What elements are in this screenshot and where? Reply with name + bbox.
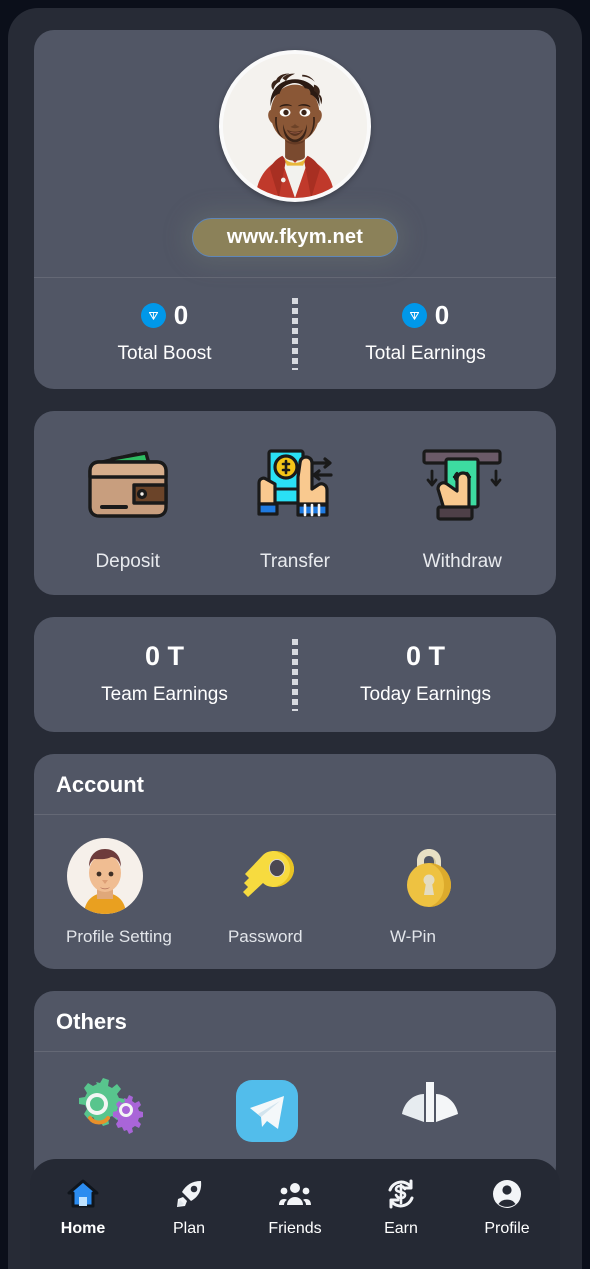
app-screen: www.fkym.net 0 Total Boost 0 Total Earni… (0, 0, 590, 1269)
action-label: Withdraw (422, 551, 502, 572)
gears-settings-icon (66, 1074, 144, 1152)
earn-icon (384, 1177, 418, 1211)
earnings-card: 0 T Team Earnings 0 T Today Earnings (34, 617, 556, 732)
rocket-icon (172, 1177, 206, 1211)
transfer-icon (243, 437, 347, 537)
stat-label: Total Boost (117, 343, 212, 364)
nav-label: Plan (172, 1220, 206, 1237)
account-item-wpin[interactable]: W-Pin (376, 837, 538, 947)
earnings-value: 0 T (405, 641, 445, 671)
stat-value: 0 (434, 300, 450, 330)
bottom-navigation-bar: Home Plan Friends Earn Profile (30, 1159, 560, 1269)
action-label: Transfer (259, 551, 331, 572)
nav-label: Friends (268, 1220, 322, 1237)
others-item-telegram[interactable] (214, 1074, 376, 1164)
action-label: Deposit (95, 551, 160, 572)
atm-withdraw-icon (410, 437, 514, 537)
others-card: Others (34, 991, 556, 1186)
others-section-title: Others (56, 1009, 127, 1034)
earnings-label: Team Earnings (101, 684, 228, 705)
earnings-row: 0 T Team Earnings 0 T Today Earnings (34, 617, 556, 732)
actions-card: Deposit Transfer Withdraw (34, 411, 556, 595)
nav-label: Profile (484, 1220, 530, 1237)
scrollable-content[interactable]: www.fkym.net 0 Total Boost 0 Total Earni… (8, 8, 582, 1269)
avatar[interactable] (219, 50, 371, 202)
actions-row: Deposit Transfer Withdraw (34, 411, 556, 595)
stat-team-earnings[interactable]: 0 T Team Earnings (34, 641, 295, 706)
others-item-settings[interactable] (52, 1074, 214, 1164)
others-item-fan[interactable] (376, 1074, 538, 1164)
stat-total-earnings[interactable]: 0 Total Earnings (295, 300, 556, 365)
referral-url-badge[interactable]: www.fkym.net (191, 218, 399, 257)
account-item-profile-setting[interactable]: Profile Setting (52, 837, 214, 947)
earnings-label: Today Earnings (360, 684, 491, 705)
nav-item-home[interactable]: Home (30, 1177, 136, 1238)
nav-item-friends[interactable]: Friends (242, 1177, 348, 1238)
nav-label: Earn (384, 1220, 418, 1237)
account-section-title: Account (56, 772, 144, 797)
earnings-dotted-separator (292, 638, 298, 711)
home-icon (66, 1177, 100, 1211)
profile-avatar-icon (66, 837, 144, 915)
earnings-value: 0 T (144, 641, 184, 671)
nav-item-earn[interactable]: Earn (348, 1177, 454, 1238)
key-icon (228, 837, 306, 915)
account-items: Profile Setting Password W-Pin (34, 815, 556, 969)
nav-item-plan[interactable]: Plan (136, 1177, 242, 1238)
padlock-icon (390, 837, 468, 915)
stat-label: Total Earnings (365, 343, 486, 364)
stats-row: 0 Total Boost 0 Total Earnings (34, 278, 556, 389)
action-deposit[interactable]: Deposit (44, 437, 211, 573)
stat-total-boost[interactable]: 0 Total Boost (34, 300, 295, 365)
friends-icon (278, 1177, 312, 1211)
action-withdraw[interactable]: Withdraw (379, 437, 546, 573)
stat-today-earnings[interactable]: 0 T Today Earnings (295, 641, 556, 706)
account-item-label: Password (227, 927, 303, 946)
nav-label: Home (60, 1220, 106, 1237)
action-transfer[interactable]: Transfer (211, 437, 378, 573)
nav-item-profile[interactable]: Profile (454, 1177, 560, 1238)
account-item-label: Profile Setting (66, 927, 172, 946)
account-item-password[interactable]: Password (214, 837, 376, 947)
fan-blades-icon (390, 1074, 468, 1152)
account-item-label: W-Pin (389, 927, 436, 946)
profile-card: www.fkym.net 0 Total Boost 0 Total Earni… (34, 30, 556, 389)
stats-dotted-separator (292, 297, 298, 370)
ton-coin-icon (401, 303, 427, 328)
stat-value: 0 (173, 300, 189, 330)
telegram-icon (228, 1074, 306, 1152)
account-card: Account Profile Setting Password W-Pin (34, 754, 556, 969)
ton-coin-icon (140, 303, 166, 328)
app-container: www.fkym.net 0 Total Boost 0 Total Earni… (8, 8, 582, 1269)
wallet-icon (76, 437, 180, 537)
avatar-section: www.fkym.net (34, 30, 556, 277)
profile-icon (490, 1177, 524, 1211)
